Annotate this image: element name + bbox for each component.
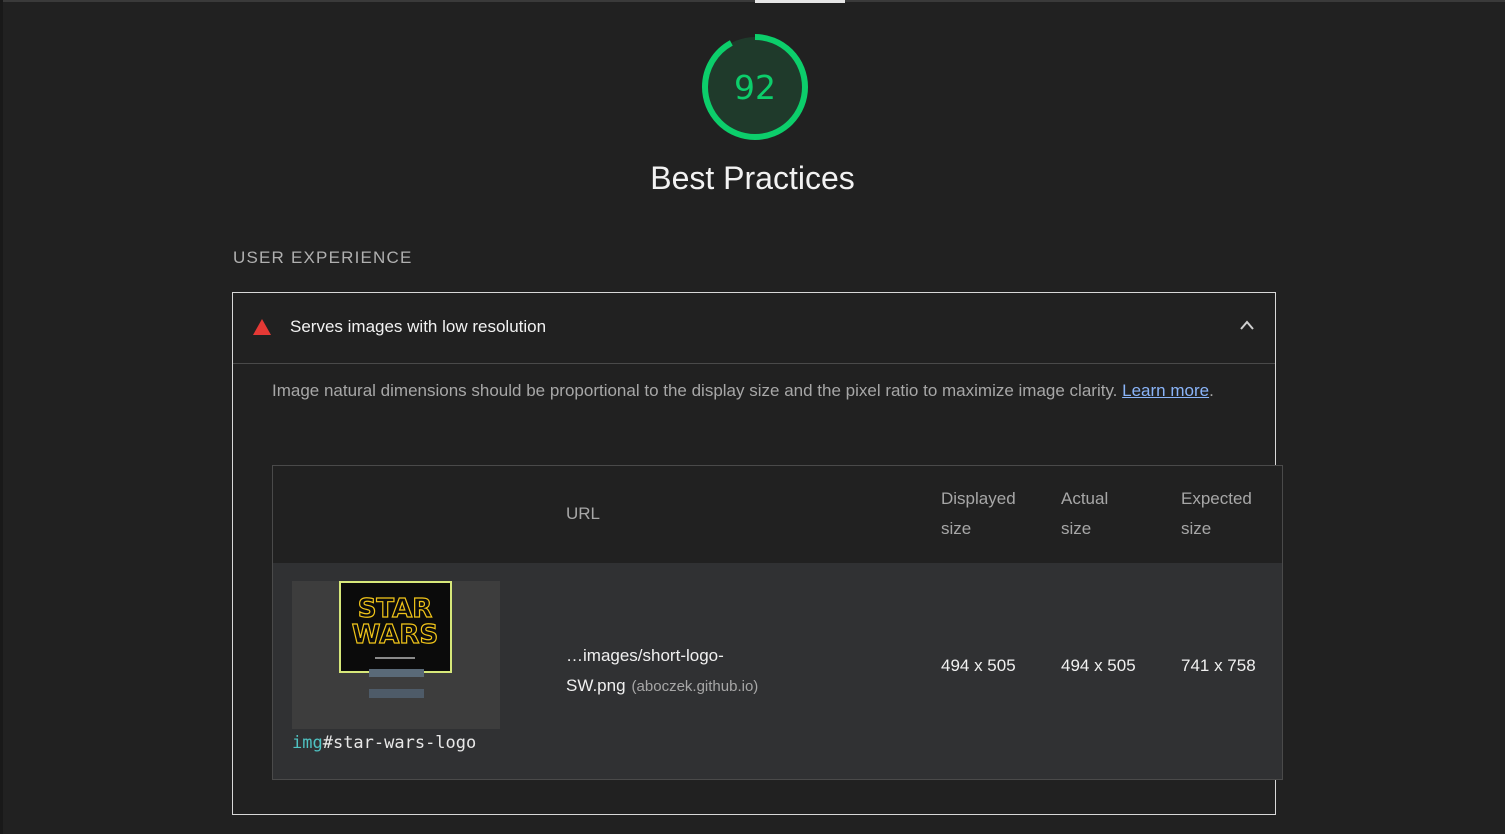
audit-title: Serves images with low resolution [290, 317, 547, 336]
column-header-actual-size: Actual size [1061, 489, 1109, 538]
node-tag: img [292, 733, 323, 753]
audit-card: Serves images with low resolution Image … [232, 292, 1283, 815]
active-tab-indicator [755, 0, 845, 3]
star-wars-logo-graphic: STAR WARS [351, 593, 439, 659]
audit-description-text: Image natural dimensions should be propo… [272, 381, 1118, 400]
expected-size-value: 741 x 758 [1181, 656, 1256, 675]
svg-text:WARS: WARS [352, 620, 438, 650]
url-host: (aboczek.github.io) [631, 678, 759, 695]
thumbnail-button-bar [369, 689, 424, 698]
left-edge [0, 0, 3, 834]
table-header: URL Displayed size Actual size Expected … [273, 466, 1282, 563]
image-thumbnail[interactable]: STAR WARS [292, 581, 500, 729]
group-title: USER EXPERIENCE [233, 248, 413, 267]
url-cell[interactable]: …images/short-logo-SW.png (aboczek.github… [566, 641, 806, 702]
score-gauge[interactable]: 92 [700, 32, 810, 142]
description-period: . [1209, 381, 1214, 400]
warning-triangle-icon [253, 319, 271, 335]
actual-size-value: 494 x 505 [1061, 656, 1136, 675]
star-wars-logo-preview: STAR WARS [339, 581, 452, 673]
column-header-expected-size: Expected size [1181, 489, 1252, 538]
column-header-displayed-size: Displayed size [941, 489, 1016, 538]
chevron-up-icon[interactable] [1239, 319, 1255, 331]
table-row: STAR WARS img#star-wars-logo …images/sho… [273, 563, 1282, 779]
column-header-url: URL [566, 504, 601, 523]
node-selector[interactable]: img#star-wars-logo [292, 733, 476, 753]
node-id: #star-wars-logo [322, 733, 477, 753]
category-title: Best Practices [650, 160, 855, 196]
thumbnail-input-bar [369, 669, 424, 677]
details-table: URL Displayed size Actual size Expected … [272, 465, 1283, 780]
audit-header[interactable]: Serves images with low resolution [233, 293, 1275, 364]
audit-description: Image natural dimensions should be propo… [272, 376, 1242, 406]
displayed-size-value: 494 x 505 [941, 656, 1016, 675]
learn-more-link[interactable]: Learn more [1122, 381, 1209, 400]
score-value: 92 [734, 67, 776, 107]
top-divider [0, 0, 1505, 2]
